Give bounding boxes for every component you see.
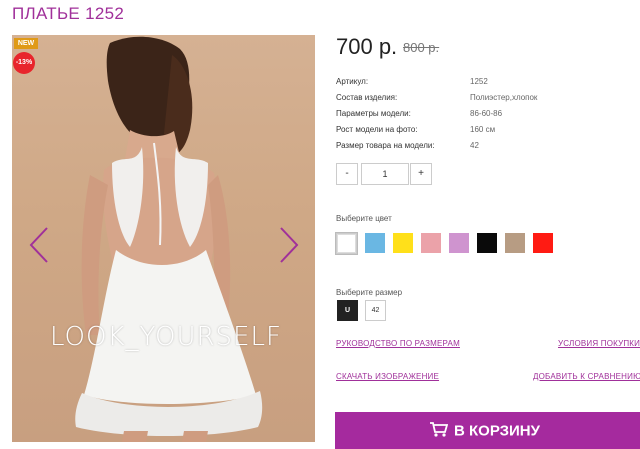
spec-value: Полиэстер,хлопок [470, 93, 538, 102]
spec-value: 160 см [470, 125, 496, 134]
add-to-cart-label: В КОРЗИНУ [454, 422, 540, 440]
spec-row-size-on-model: Размер товара на модели: 42 [336, 141, 616, 155]
spec-label: Рост модели на фото: [336, 125, 418, 134]
spec-label: Размер товара на модели: [336, 141, 435, 150]
color-label: Выберите цвет [336, 214, 392, 223]
chevron-right-icon [280, 227, 299, 263]
size-guide-link[interactable]: РУКОВОДСТВО ПО РАЗМЕРАМ [336, 339, 460, 348]
color-swatch-red[interactable] [533, 233, 553, 253]
spec-value: 1252 [470, 77, 488, 86]
next-image-arrow[interactable] [277, 225, 301, 265]
quantity-minus-button[interactable]: - [336, 163, 358, 185]
download-image-link[interactable]: СКАЧАТЬ ИЗОБРАЖЕНИЕ [336, 372, 439, 381]
add-to-cart-button[interactable]: В КОРЗИНУ [335, 412, 640, 449]
dress-photo [75, 36, 263, 442]
spec-row-composition: Состав изделия: Полиэстер,хлопок [336, 93, 616, 107]
add-to-compare-link[interactable]: ДОБАВИТЬ К СРАВНЕНИЮ [533, 372, 640, 381]
quantity-input[interactable]: 1 [361, 163, 409, 185]
color-swatch-pink[interactable] [421, 233, 441, 253]
product-image[interactable] [12, 35, 315, 442]
color-swatch-white[interactable] [335, 232, 358, 255]
spec-row-model-params: Параметры модели: 86-60-86 [336, 109, 616, 123]
purchase-terms-link[interactable]: УСЛОВИЯ ПОКУПКИ [558, 339, 640, 348]
size-option-42[interactable]: 42 [365, 300, 386, 321]
spec-row-article: Артикул: 1252 [336, 77, 616, 91]
spec-label: Состав изделия: [336, 93, 398, 102]
size-label: Выберите размер [336, 288, 403, 297]
size-option-u[interactable]: U [337, 300, 358, 321]
chevron-left-icon [29, 227, 48, 263]
product-title: ПЛАТЬЕ 1252 [12, 4, 125, 23]
color-swatch-blue[interactable] [365, 233, 385, 253]
spec-value: 86-60-86 [470, 109, 503, 118]
current-price: 700 р. [336, 34, 398, 59]
spec-label: Параметры модели: [336, 109, 411, 118]
spec-row-model-height: Рост модели на фото: 160 см [336, 125, 616, 139]
old-price: 800 р. [403, 40, 440, 55]
spec-label: Артикул: [336, 77, 369, 86]
watermark-logo: LOOK_YOURSELF [50, 322, 282, 352]
color-swatch-black[interactable] [477, 233, 497, 253]
cart-icon [430, 422, 449, 441]
color-swatch-beige[interactable] [505, 233, 525, 253]
discount-badge: -13% [13, 52, 35, 74]
color-swatch-yellow[interactable] [393, 233, 413, 253]
prev-image-arrow[interactable] [27, 225, 51, 265]
new-badge: NEW [14, 38, 38, 49]
spec-value: 42 [470, 141, 479, 150]
quantity-plus-button[interactable]: + [410, 163, 432, 185]
color-swatch-lilac[interactable] [449, 233, 469, 253]
